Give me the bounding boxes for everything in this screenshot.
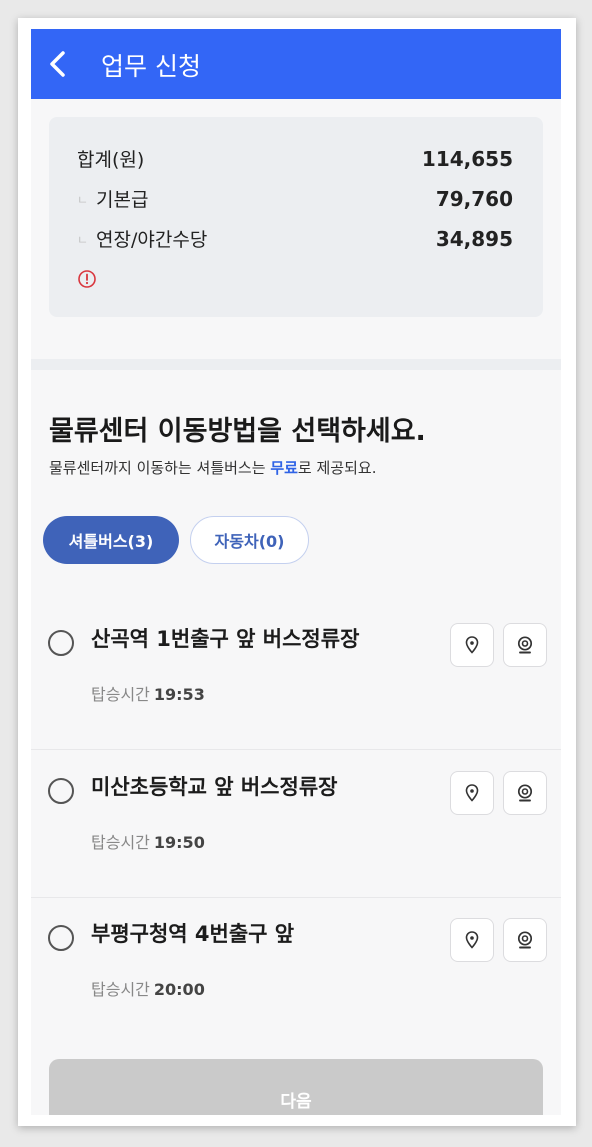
stop-name: 부평구청역 4번출구 앞 bbox=[91, 922, 295, 946]
pay-summary-card: 합계(원) 114,655 기본급 79,760 연장/야간수당 34,895 bbox=[49, 117, 543, 317]
camera-icon bbox=[517, 931, 533, 949]
boarding-time-label: 탑승시간 bbox=[91, 833, 150, 852]
boarding-time: 탑승시간 20:00 bbox=[91, 976, 205, 1000]
list-item-stop[interactable]: 산곡역 1번출구 앞 버스정류장 탑승시간 19:53 bbox=[31, 601, 561, 750]
camera-button[interactable] bbox=[503, 623, 547, 667]
map-button[interactable] bbox=[450, 771, 494, 815]
base-pay-label: 기본급 bbox=[77, 185, 148, 212]
total-label: 합계(원) bbox=[77, 149, 145, 171]
page-title: 업무 신청 bbox=[101, 52, 201, 81]
camera-icon bbox=[517, 636, 533, 654]
list-item-stop[interactable]: 미산초등학교 앞 버스정류장 탑승시간 19:50 bbox=[31, 749, 561, 898]
back-button[interactable] bbox=[41, 46, 77, 82]
boarding-time-value: 20:00 bbox=[153, 980, 205, 999]
base-pay-row: 기본급 79,760 bbox=[77, 185, 513, 212]
desc-text: 물류센터까지 이동하는 셔틀버스는 bbox=[49, 459, 271, 477]
desc-highlight: 무료 bbox=[270, 459, 298, 477]
boarding-time-value: 19:53 bbox=[153, 685, 205, 704]
boarding-time-label: 탑승시간 bbox=[91, 685, 150, 704]
desc-text-end: 로 제공되요. bbox=[297, 459, 377, 477]
map-button[interactable] bbox=[450, 918, 494, 962]
boarding-time: 탑승시간 19:53 bbox=[91, 681, 205, 705]
tab-shuttle-bus[interactable]: 셔틀버스(3) bbox=[43, 516, 179, 564]
extra-pay-row: 연장/야간수당 34,895 bbox=[77, 225, 513, 252]
stop-radio[interactable] bbox=[48, 630, 74, 656]
app-header: 업무 신청 bbox=[31, 29, 561, 99]
extra-pay-label: 연장/야간수당 bbox=[77, 225, 207, 252]
stop-radio[interactable] bbox=[48, 778, 74, 804]
section-description: 물류센터까지 이동하는 셔틀버스는 무료로 제공되요. bbox=[49, 457, 376, 478]
map-pin-icon bbox=[465, 636, 479, 654]
stop-name: 미산초등학교 앞 버스정류장 bbox=[91, 775, 338, 799]
boarding-time-value: 19:50 bbox=[153, 833, 205, 852]
section-divider bbox=[31, 359, 561, 370]
stop-radio[interactable] bbox=[48, 925, 74, 951]
boarding-time: 탑승시간 19:50 bbox=[91, 829, 205, 853]
extra-pay-value: 34,895 bbox=[435, 226, 513, 251]
tab-car[interactable]: 자동차(0) bbox=[190, 516, 309, 564]
map-pin-icon bbox=[465, 784, 479, 802]
base-pay-value: 79,760 bbox=[435, 186, 513, 211]
chevron-left-icon bbox=[50, 51, 65, 77]
section-title: 물류센터 이동방법을 선택하세요. bbox=[49, 416, 426, 447]
boarding-time-label: 탑승시간 bbox=[91, 980, 150, 999]
camera-icon bbox=[517, 784, 533, 802]
warning-circle-icon[interactable] bbox=[77, 269, 97, 289]
camera-button[interactable] bbox=[503, 771, 547, 815]
map-button[interactable] bbox=[450, 623, 494, 667]
next-button-label: 다음 bbox=[280, 1092, 312, 1112]
stop-name: 산곡역 1번출구 앞 버스정류장 bbox=[91, 627, 360, 651]
list-item-stop[interactable]: 부평구청역 4번출구 앞 탑승시간 20:00 bbox=[31, 896, 561, 1044]
app-screen: 업무 신청 합계(원) 114,655 기본급 79,760 연장/야간수당 3… bbox=[31, 29, 561, 1115]
next-button[interactable]: 다음 bbox=[49, 1059, 543, 1115]
map-pin-icon bbox=[465, 931, 479, 949]
camera-button[interactable] bbox=[503, 918, 547, 962]
total-value: 114,655 bbox=[421, 146, 513, 171]
total-row: 합계(원) 114,655 bbox=[77, 145, 513, 172]
